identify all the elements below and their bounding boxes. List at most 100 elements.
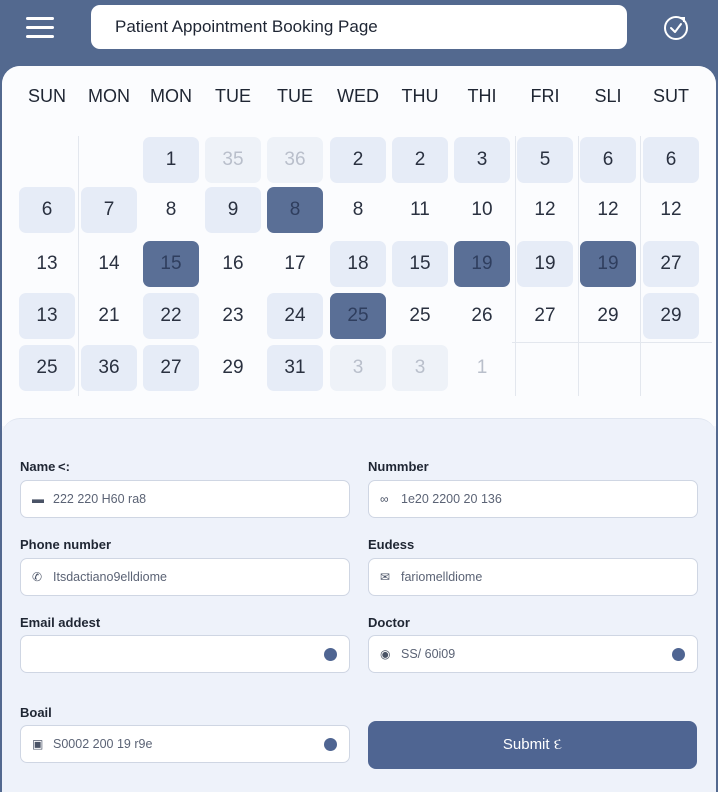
calendar-day[interactable]: 24 <box>267 293 323 339</box>
phone-input[interactable]: ✆ Itsdactiano9elldiome <box>20 558 350 596</box>
calendar-day-selected[interactable]: 8 <box>267 187 323 233</box>
calendar-day-selected[interactable]: 19 <box>580 241 636 287</box>
weekday-header: MON <box>150 86 192 106</box>
dropdown-dot-icon[interactable] <box>672 648 685 661</box>
calendar-day[interactable]: 13 <box>19 293 75 339</box>
calendar-day[interactable]: 13 <box>19 241 75 287</box>
calendar-day[interactable]: 3 <box>392 345 448 391</box>
phone-icon: ✆ <box>32 570 43 584</box>
doctor-value: SS/ 60i09 <box>401 647 456 661</box>
number-input[interactable]: ∞ 1e20 2200 20 136 <box>368 480 698 518</box>
calendar-day[interactable]: 9 <box>205 187 261 233</box>
calendar-day[interactable]: 27 <box>143 345 199 391</box>
calendar-day[interactable]: 8 <box>330 187 386 233</box>
calendar-day[interactable]: 31 <box>267 345 323 391</box>
name-value: 222 220 H60 ra8 <box>53 492 147 506</box>
calendar-day[interactable]: 18 <box>330 241 386 287</box>
grid-divider <box>515 136 516 396</box>
calendar-day[interactable]: 19 <box>517 241 573 287</box>
calendar-day[interactable]: 1 <box>143 137 199 183</box>
booking-panel: SUN MON MON TUE TUE WED THU THI FRI SLI SUT 1 35 36 2 2… <box>2 66 716 792</box>
boail-input[interactable]: ▣ S0002 200 19 r9e <box>20 725 350 763</box>
calendar-day[interactable]: 15 <box>392 241 448 287</box>
eudess-input[interactable]: ✉ fariomelldiome <box>368 558 698 596</box>
calendar-day[interactable]: 10 <box>454 187 510 233</box>
calendar-icon: ▣ <box>32 737 44 751</box>
weekday-header: FRI <box>530 86 560 106</box>
calendar-day[interactable]: 2 <box>392 137 448 183</box>
calendar-day[interactable]: 35 <box>205 137 261 183</box>
calendar-day[interactable]: 1 <box>454 345 510 391</box>
phone-label: Phone number <box>20 537 112 552</box>
weekday-header: THI <box>467 86 497 106</box>
calendar-day[interactable]: 6 <box>580 137 636 183</box>
grid-divider <box>512 342 712 343</box>
phone-value: Itsdactiano9elldiome <box>53 570 167 584</box>
email-input[interactable] <box>20 635 350 673</box>
calendar-day[interactable]: 11 <box>392 187 448 233</box>
calendar-day-selected[interactable]: 15 <box>143 241 199 287</box>
weekday-header: TUE <box>215 86 251 106</box>
calendar-day[interactable]: 7 <box>81 187 137 233</box>
calendar-day[interactable]: 12 <box>643 187 699 233</box>
grid-divider <box>640 136 641 396</box>
booking-form: Name ˂: ▬ 222 220 H60 ra8 Nummber ∞ 1e20… <box>2 418 716 792</box>
calendar-day-selected[interactable]: 25 <box>330 293 386 339</box>
page-title-field[interactable]: Patient Appointment Booking Page <box>91 5 627 49</box>
weekday-header: TUE <box>277 86 313 106</box>
calendar-day[interactable]: 3 <box>330 345 386 391</box>
calendar-day[interactable]: 5 <box>517 137 573 183</box>
eudess-value: fariomelldiome <box>401 570 483 584</box>
calendar-day[interactable]: 6 <box>19 187 75 233</box>
calendar-day[interactable]: 26 <box>454 293 510 339</box>
calendar-day[interactable]: 2 <box>330 137 386 183</box>
weekday-header: SUT <box>653 86 689 106</box>
calendar-day[interactable]: 25 <box>392 293 448 339</box>
calendar-day[interactable]: 6 <box>643 137 699 183</box>
grid-divider <box>578 136 579 396</box>
calendar-day[interactable]: 36 <box>267 137 323 183</box>
mail-icon: ✉ <box>380 570 391 584</box>
name-label: Name ˂: <box>20 459 70 474</box>
submit-button[interactable]: Submit દ <box>368 721 697 769</box>
dropdown-dot-icon[interactable] <box>324 738 337 751</box>
calendar-day[interactable]: 3 <box>454 137 510 183</box>
calendar-day[interactable]: 29 <box>643 293 699 339</box>
hamburger-menu-icon[interactable] <box>26 17 56 39</box>
calendar-day[interactable]: 29 <box>205 345 261 391</box>
dropdown-dot-icon[interactable] <box>324 648 337 661</box>
calendar-day[interactable]: 27 <box>517 293 573 339</box>
calendar-day[interactable]: 17 <box>267 241 323 287</box>
eudess-label: Eudess <box>368 537 415 552</box>
calendar: SUN MON MON TUE TUE WED THU THI FRI SLI SUT 1 35 36 2 2… <box>2 66 716 426</box>
weekday-header: THU <box>401 86 439 106</box>
doctor-icon: ◉ <box>380 647 391 661</box>
calendar-day[interactable]: 29 <box>580 293 636 339</box>
calendar-check-icon[interactable] <box>663 15 689 41</box>
card-icon: ▬ <box>32 492 44 506</box>
boail-value: S0002 200 19 r9e <box>53 737 153 751</box>
weekday-header: SLI <box>594 86 622 106</box>
grid-divider <box>78 136 79 396</box>
weekday-header: SUN <box>27 86 66 106</box>
weekday-header: MON <box>88 86 130 106</box>
top-bar: Patient Appointment Booking Page <box>0 0 718 70</box>
doctor-select[interactable]: ◉ SS/ 60i09 <box>368 635 698 673</box>
calendar-day[interactable]: 8 <box>143 187 199 233</box>
calendar-day[interactable]: 25 <box>19 345 75 391</box>
calendar-day[interactable]: 22 <box>143 293 199 339</box>
calendar-day-selected[interactable]: 19 <box>454 241 510 287</box>
calendar-day[interactable]: 12 <box>580 187 636 233</box>
calendar-day[interactable]: 21 <box>81 293 137 339</box>
calendar-day[interactable]: 23 <box>205 293 261 339</box>
name-input[interactable]: ▬ 222 220 H60 ra8 <box>20 480 350 518</box>
calendar-day[interactable]: 12 <box>517 187 573 233</box>
doctor-label: Doctor <box>368 615 410 630</box>
calendar-day[interactable]: 27 <box>643 241 699 287</box>
calendar-day[interactable]: 14 <box>81 241 137 287</box>
number-value: 1e20 2200 20 136 <box>401 492 502 506</box>
calendar-day[interactable]: 36 <box>81 345 137 391</box>
calendar-day[interactable]: 16 <box>205 241 261 287</box>
email-label: Email addest <box>20 615 101 630</box>
link-icon: ∞ <box>380 492 389 506</box>
